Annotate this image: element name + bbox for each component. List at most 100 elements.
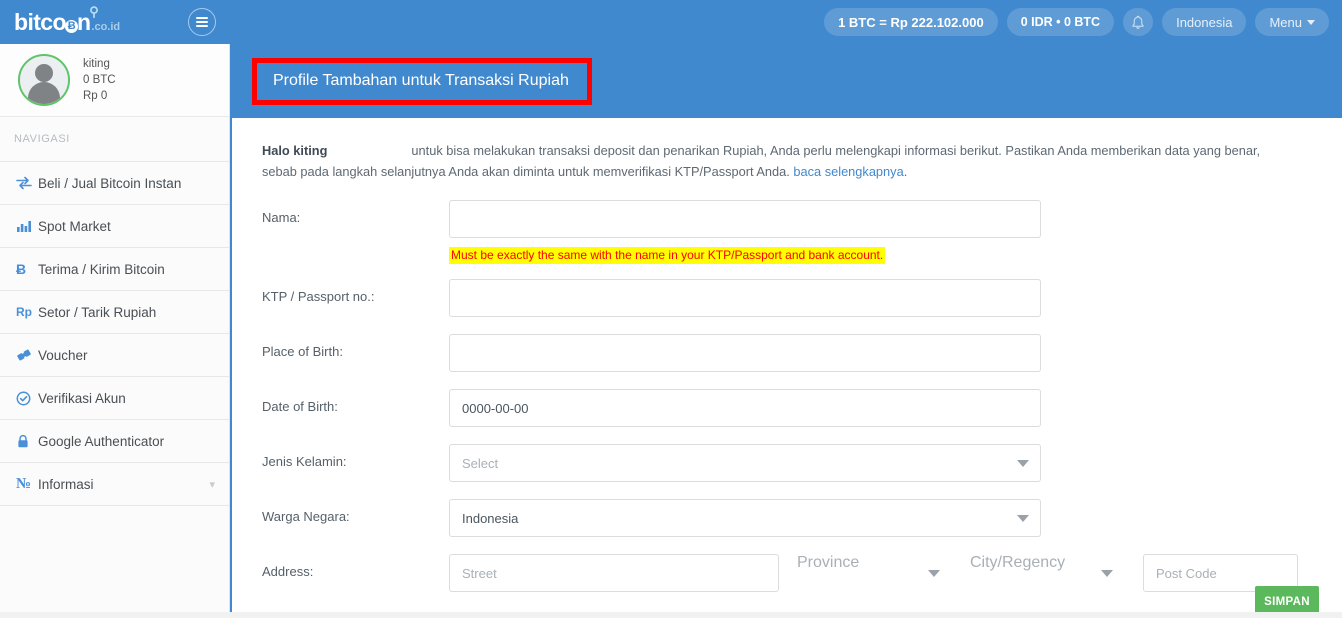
info-icon: № bbox=[16, 475, 32, 492]
sidebar-toggle-button[interactable] bbox=[188, 8, 216, 36]
bar-chart-icon bbox=[16, 219, 38, 233]
menu-label: Menu bbox=[1269, 14, 1302, 30]
jenis-kelamin-select-box[interactable]: Select bbox=[449, 444, 1041, 483]
notification-bell-button[interactable] bbox=[1123, 8, 1154, 36]
profile-form: Nama: Must be exactly the same with the … bbox=[232, 200, 1342, 593]
page-title: Profile Tambahan untuk Transaksi Rupiah bbox=[273, 71, 569, 89]
content-header: Profile Tambahan untuk Transaksi Rupiah bbox=[230, 44, 1342, 118]
label-address: Address: bbox=[262, 564, 314, 580]
field-address: Province City/Regency bbox=[449, 554, 1342, 593]
sidebar-item-informasi[interactable]: № Informasi ▾ bbox=[0, 463, 229, 506]
place-of-birth-input[interactable] bbox=[449, 334, 1041, 373]
label-nama: Nama: bbox=[262, 210, 301, 226]
avatar-head-shape bbox=[35, 64, 53, 82]
avatar bbox=[18, 54, 70, 106]
sidebar-item-voucher[interactable]: Voucher bbox=[0, 334, 229, 377]
nama-input[interactable] bbox=[449, 200, 1041, 239]
jenis-kelamin-select[interactable]: Select bbox=[449, 444, 1041, 483]
date-of-birth-input[interactable] bbox=[449, 389, 1041, 428]
address-province-select-box[interactable]: Province bbox=[797, 554, 952, 572]
hamburger-icon bbox=[196, 17, 208, 27]
sidebar-item-terima-kirim-bitcoin[interactable]: Ƀ Terima / Kirim Bitcoin bbox=[0, 248, 229, 291]
sidebar-item-label: Voucher bbox=[38, 347, 88, 363]
nav-section-heading: NAVIGASI bbox=[0, 117, 229, 162]
sidebar-item-google-authenticator[interactable]: Google Authenticator bbox=[0, 420, 229, 463]
topbar-right-group: 1 BTC = Rp 222.102.000 0 IDR • 0 BTC Ind… bbox=[824, 0, 1342, 44]
chevron-down-icon: ▾ bbox=[209, 478, 215, 491]
warga-negara-select[interactable]: Indonesia bbox=[449, 499, 1041, 538]
sidebar-item-label: Verifikasi Akun bbox=[38, 390, 126, 406]
field-jenis-kelamin: Select bbox=[449, 444, 1342, 483]
address-street-input[interactable] bbox=[449, 554, 779, 593]
bitcoin-icon: Ƀ bbox=[16, 261, 27, 277]
address-city-select[interactable]: City/Regency bbox=[970, 554, 1125, 592]
intro-period: . bbox=[903, 164, 908, 180]
label-date-of-birth: Date of Birth: bbox=[262, 399, 338, 415]
field-nama: Must be exactly the same with the name i… bbox=[449, 200, 1342, 265]
ticket-icon bbox=[16, 348, 38, 362]
form-row-nama: Nama: Must be exactly the same with the … bbox=[232, 200, 1342, 265]
profile-btc-balance: 0 BTC bbox=[83, 73, 116, 86]
bitcoin-symbol-icon: Ƀ bbox=[64, 19, 78, 33]
form-row-address: Address: Province City/Regency bbox=[232, 554, 1342, 593]
sidebar-item-spot-market[interactable]: Spot Market bbox=[0, 205, 229, 248]
btc-rate-pill[interactable]: 1 BTC = Rp 222.102.000 bbox=[824, 8, 998, 36]
bitcoin-logo[interactable]: ⚲ bitco Ƀ n .co.id bbox=[14, 5, 121, 35]
language-selector[interactable]: Indonesia bbox=[1162, 8, 1247, 36]
rupiah-icon: Rp bbox=[16, 305, 32, 319]
sidebar-item-label: Spot Market bbox=[38, 218, 111, 234]
sidebar-item-setor-tarik-rupiah[interactable]: Rp Setor / Tarik Rupiah bbox=[0, 291, 229, 334]
lock-icon bbox=[16, 434, 38, 449]
sidebar-item-label: Terima / Kirim Bitcoin bbox=[38, 261, 165, 277]
form-row-warga-negara: Warga Negara: Indonesia bbox=[232, 499, 1342, 538]
avatar-body-shape bbox=[28, 82, 60, 104]
key-icon: ⚲ bbox=[89, 3, 99, 19]
bell-icon bbox=[1132, 15, 1144, 29]
field-place-of-birth bbox=[449, 334, 1342, 373]
nama-hint-highlight: Must be exactly the same with the name i… bbox=[449, 247, 886, 265]
top-navigation-bar: ⚲ bitco Ƀ n .co.id 1 BTC = Rp 222.102.00… bbox=[0, 0, 1342, 44]
page-title-annotation-box: Profile Tambahan untuk Transaksi Rupiah bbox=[252, 57, 592, 105]
warga-negara-selected-value: Indonesia bbox=[462, 510, 519, 526]
profile-idr-balance: Rp 0 bbox=[83, 90, 108, 103]
profile-info: kiting 0 BTC Rp 0 bbox=[83, 56, 116, 105]
form-row-jenis-kelamin: Jenis Kelamin: Select bbox=[232, 444, 1342, 483]
form-row-ktp: KTP / Passport no.: bbox=[232, 279, 1342, 318]
field-warga-negara: Indonesia bbox=[449, 499, 1342, 538]
sidebar-item-beli-jual-bitcoin-instan[interactable]: Beli / Jual Bitcoin Instan bbox=[0, 162, 229, 205]
intro-text: untuk bisa melakukan transaksi deposit d… bbox=[262, 143, 1261, 180]
balance-pill[interactable]: 0 IDR • 0 BTC bbox=[1006, 8, 1115, 36]
ktp-passport-input[interactable] bbox=[449, 279, 1041, 318]
chevron-down-icon bbox=[1307, 19, 1315, 25]
user-profile-summary[interactable]: kiting 0 BTC Rp 0 bbox=[0, 44, 229, 117]
address-province-value: Province bbox=[797, 554, 860, 572]
logo-tld: .co.id bbox=[91, 20, 121, 33]
sidebar-item-label: Informasi bbox=[38, 476, 94, 492]
sidebar-item-verifikasi-akun[interactable]: Verifikasi Akun bbox=[0, 377, 229, 420]
read-more-link[interactable]: baca selengkapnya bbox=[793, 164, 903, 179]
exchange-arrows-icon bbox=[16, 176, 38, 190]
label-ktp: KTP / Passport no.: bbox=[262, 289, 375, 305]
sidebar: kiting 0 BTC Rp 0 NAVIGASI Beli / Jual B… bbox=[0, 44, 230, 618]
warga-negara-select-box[interactable]: Indonesia bbox=[449, 499, 1041, 538]
menu-dropdown-button[interactable]: Menu bbox=[1255, 8, 1329, 36]
sidebar-item-label: Beli / Jual Bitcoin Instan bbox=[38, 175, 182, 191]
label-jenis-kelamin: Jenis Kelamin: bbox=[262, 454, 347, 470]
profile-username: kiting bbox=[83, 57, 110, 70]
sidebar-item-label: Google Authenticator bbox=[38, 433, 165, 449]
address-city-value: City/Regency bbox=[970, 554, 1066, 572]
form-row-date-of-birth: Date of Birth: bbox=[232, 389, 1342, 428]
main-content: Profile Tambahan untuk Transaksi Rupiah … bbox=[230, 44, 1342, 618]
field-ktp bbox=[449, 279, 1342, 318]
address-province-select[interactable]: Province bbox=[797, 554, 952, 592]
logo-text-main: bitco bbox=[14, 8, 67, 35]
intro-greeting: Halo kiting bbox=[262, 143, 328, 158]
field-date-of-birth bbox=[449, 389, 1342, 428]
label-place-of-birth: Place of Birth: bbox=[262, 344, 343, 360]
bottom-strip bbox=[0, 612, 1342, 618]
address-city-select-box[interactable]: City/Regency bbox=[970, 554, 1125, 572]
app-root: ⚲ bitco Ƀ n .co.id 1 BTC = Rp 222.102.00… bbox=[0, 0, 1342, 618]
intro-paragraph: Halo kiting untuk bisa melakukan transaks… bbox=[232, 140, 1304, 182]
label-warga-negara: Warga Negara: bbox=[262, 509, 350, 525]
jenis-kelamin-selected-value: Select bbox=[462, 455, 499, 471]
